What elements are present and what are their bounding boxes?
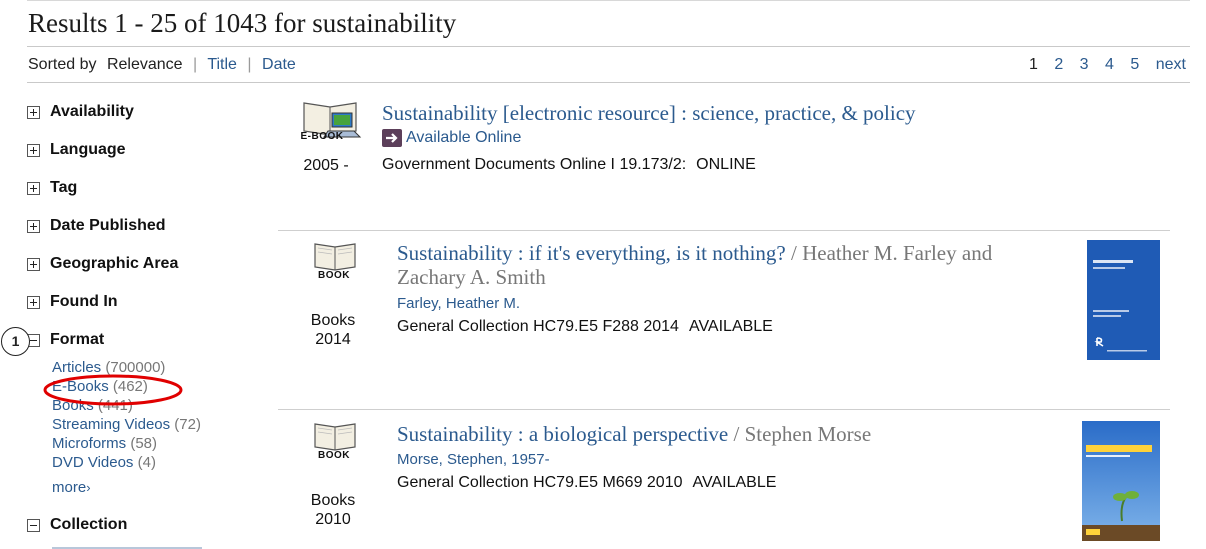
author-link[interactable]: Farley, Heather M. <box>397 295 520 312</box>
book-cover-thumbnail[interactable] <box>1082 421 1160 541</box>
facet-language[interactable]: Language <box>27 141 126 159</box>
top-divider <box>27 0 1190 1</box>
result-format: Books <box>310 492 356 509</box>
page-link-3[interactable]: 3 <box>1080 56 1089 73</box>
result-title-link[interactable]: Sustainability : a biological perspectiv… <box>397 422 728 446</box>
result-divider <box>278 409 1170 410</box>
result-year: 2010 <box>315 511 351 528</box>
facet-date-published[interactable]: Date Published <box>27 217 166 235</box>
page-current: 1 <box>1028 56 1038 73</box>
facet-value-link[interactable]: Microforms <box>52 435 126 452</box>
book-caption: BOOK <box>318 270 350 281</box>
facet-label: Availability <box>50 103 134 120</box>
facet-found-in[interactable]: Found In <box>27 293 118 311</box>
chevron-right-icon: › <box>86 480 91 495</box>
expand-plus-icon[interactable] <box>27 295 40 309</box>
result-format-year: Books 2010 <box>302 491 364 529</box>
expand-plus-icon[interactable] <box>27 219 40 233</box>
more-label: more <box>52 479 87 496</box>
holding-status: ONLINE <box>696 156 756 173</box>
result-format-year: Books 2014 <box>302 311 364 349</box>
facet-availability[interactable]: Availability <box>27 103 134 121</box>
result-title-block: Sustainability : if it's everything, is … <box>397 241 1057 289</box>
holding-location: General Collection HC79.E5 M669 2010 <box>397 474 683 491</box>
facet-label: Language <box>50 141 126 158</box>
next-page-link[interactable]: next <box>1156 56 1186 73</box>
holding-status: AVAILABLE <box>688 318 773 335</box>
sortbar-divider <box>27 82 1190 83</box>
book-caption: BOOK <box>318 450 350 461</box>
expand-plus-icon[interactable] <box>27 257 40 271</box>
result-responsibility: / Stephen Morse <box>733 422 872 446</box>
facet-geographic-area[interactable]: Geographic Area <box>27 255 178 273</box>
sort-by-date-link[interactable]: Date <box>262 56 296 73</box>
result-divider <box>278 230 1170 231</box>
step-number-badge: 1 <box>1 327 30 356</box>
facet-value-count: (72) <box>174 416 201 433</box>
result-format: Books <box>310 312 356 329</box>
sort-label: Sorted by <box>28 56 97 73</box>
result-title-link[interactable]: Sustainability [electronic resource] : s… <box>382 101 916 125</box>
facet-value-link[interactable]: Streaming Videos <box>52 416 170 433</box>
result-title-block: Sustainability : a biological perspectiv… <box>397 422 1057 446</box>
result-title-link[interactable]: Sustainability : if it's everything, is … <box>397 241 786 265</box>
sort-by-title-link[interactable]: Title <box>207 56 237 73</box>
facet-label: Geographic Area <box>50 255 179 272</box>
expand-plus-icon[interactable] <box>27 181 40 195</box>
arrow-right-icon <box>382 129 402 147</box>
facet-value-count: (58) <box>130 435 158 452</box>
book-format-icon <box>314 243 356 271</box>
facet-label: Collection <box>50 516 128 533</box>
holding-status: AVAILABLE <box>692 474 777 491</box>
collapse-minus-icon[interactable] <box>27 518 40 532</box>
more-formats-link[interactable]: more› <box>52 479 91 496</box>
pagination: 1 2 3 4 5 next <box>1017 56 1186 74</box>
holding-location: Government Documents Online I 19.173/2: <box>382 156 687 173</box>
facet-label: Found In <box>50 293 118 310</box>
sort-relevance-active: Relevance <box>106 56 183 73</box>
result-year: 2014 <box>315 331 351 348</box>
book-cover-thumbnail[interactable] <box>1087 240 1160 360</box>
holding-location: General Collection HC79.E5 F288 2014 <box>397 318 679 335</box>
facet-collection[interactable]: Collection <box>27 516 127 534</box>
available-online-link[interactable]: Available Online <box>382 129 521 147</box>
facet-label: Tag <box>50 179 78 196</box>
facet-value-microforms[interactable]: Microforms (58) <box>52 434 201 453</box>
expand-plus-icon[interactable] <box>27 143 40 157</box>
expand-plus-icon[interactable] <box>27 105 40 119</box>
heading-divider <box>27 46 1190 47</box>
book-format-icon <box>314 423 356 451</box>
facet-label: Format <box>50 331 105 348</box>
page-link-4[interactable]: 4 <box>1105 56 1114 73</box>
facet-label: Date Published <box>50 217 166 234</box>
result-holding: General Collection HC79.E5 F288 2014 AVAI… <box>397 318 773 336</box>
sort-bar: Sorted by Relevance | Title | Date <box>28 56 296 73</box>
facet-value-link[interactable]: DVD Videos <box>52 454 133 471</box>
page-link-5[interactable]: 5 <box>1130 56 1139 73</box>
results-heading: Results 1 - 25 of 1043 for sustainabilit… <box>28 8 457 38</box>
collection-values-cutoff <box>52 544 202 549</box>
facet-value-dvd-videos[interactable]: DVD Videos (4) <box>52 453 201 472</box>
available-online-label: Available Online <box>406 129 522 146</box>
author-link[interactable]: Morse, Stephen, 1957- <box>397 451 550 468</box>
ebook-caption: E-BOOK <box>300 131 344 142</box>
result-year: 2005 - <box>303 157 349 174</box>
facet-tag[interactable]: Tag <box>27 179 77 197</box>
facet-format[interactable]: Format <box>27 331 104 349</box>
facet-value-streaming-videos[interactable]: Streaming Videos (72) <box>52 415 201 434</box>
result-holding: General Collection HC79.E5 M669 2010 AVAI… <box>397 474 776 492</box>
page-link-2[interactable]: 2 <box>1054 56 1063 73</box>
annotation-ellipse <box>43 374 183 406</box>
facet-value-count: (4) <box>137 454 156 471</box>
result-holding: Government Documents Online I 19.173/2: O… <box>382 156 756 174</box>
